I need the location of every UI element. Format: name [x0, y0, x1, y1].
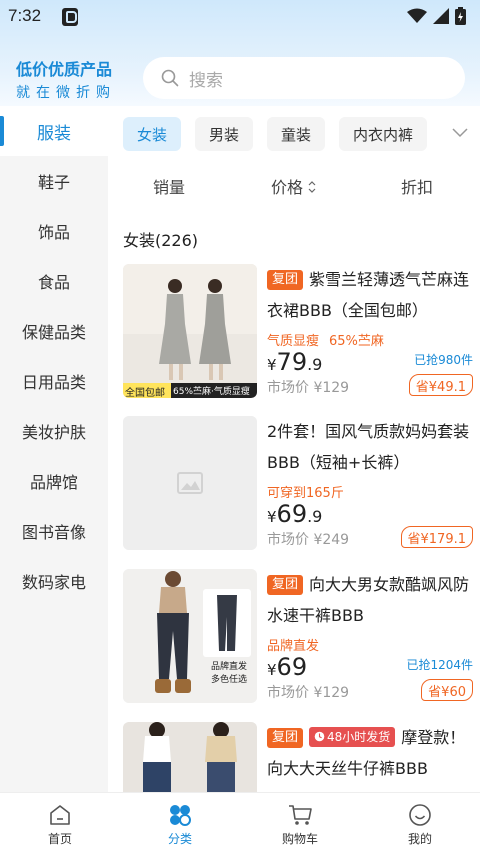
- shipping-48h-tag: 48小时发货: [309, 727, 396, 747]
- thumb-caption-right: 65%苎麻·气质显瘦: [173, 387, 250, 397]
- sidebar-item-accessories[interactable]: 饰品: [0, 206, 108, 256]
- bottom-navigation: 首页 分类 购物车 我的: [0, 792, 480, 854]
- price-integer: 69: [276, 500, 308, 528]
- chip-mens[interactable]: 男装: [195, 117, 254, 151]
- sold-count: 已抢1204件: [406, 658, 473, 672]
- product-info: 复团 48小时发货 摩登款！向大大天丝牛仔裤BBB: [267, 722, 473, 792]
- regroup-tag: 复团: [267, 575, 304, 595]
- market-price: 市场价 ¥129: [267, 685, 350, 701]
- product-info: 复团 紫雪兰轻薄透气芒麻连衣裙BBB（全国包邮） 气质显瘦 65%苎麻 ¥79.9 …: [267, 264, 473, 398]
- chip-kids[interactable]: 童装: [267, 117, 326, 151]
- category-icon: [170, 805, 191, 826]
- brand-logo: 低价优质产品 就在微折购: [16, 56, 128, 102]
- product-price: ¥69.9: [267, 500, 323, 528]
- nav-profile[interactable]: 我的: [360, 793, 480, 854]
- status-time: 7:32: [8, 6, 42, 25]
- product-card[interactable]: 全国包邮 65%苎麻·气质显瘦 复团 紫雪兰轻薄透气芒麻连衣裙BBB（全国包邮） …: [123, 264, 473, 398]
- battery-icon: [455, 7, 466, 25]
- sidebar-item-brands[interactable]: 品牌馆: [0, 456, 108, 506]
- regroup-tag: 复团: [267, 270, 304, 290]
- sidebar-item-books[interactable]: 图书音像: [0, 506, 108, 556]
- nav-cart[interactable]: 购物车: [240, 793, 360, 854]
- product-notes: 可穿到165斤: [267, 482, 354, 501]
- sidebar-item-daily[interactable]: 日用品类: [0, 356, 108, 406]
- product-panel: 女装 男装 童装 内衣内裤 销量 价格 折扣 女装(226) 全国包邮 65%苎…: [108, 106, 480, 792]
- sidebar-item-shoes[interactable]: 鞋子: [0, 156, 108, 206]
- market-price: 市场价 ¥249: [267, 532, 350, 548]
- sidebar-item-electronics[interactable]: 数码家电: [0, 556, 108, 606]
- product-image: 品牌直发 多色任选: [123, 569, 257, 703]
- sort-bar: 销量 价格 折扣: [108, 168, 480, 202]
- product-price: ¥79.9: [267, 348, 323, 376]
- product-card[interactable]: 品牌直发 多色任选 复团 向大大男女款酷飒风防水速干裤BBB 品牌直发 ¥69 已…: [123, 569, 473, 703]
- sidebar-item-food[interactable]: 食品: [0, 256, 108, 306]
- sort-discount[interactable]: 折扣: [401, 174, 433, 198]
- nav-home[interactable]: 首页: [0, 793, 120, 854]
- product-title: 复团 向大大男女款酷飒风防水速干裤BBB: [267, 569, 473, 631]
- subcategory-chips: 女装 男装 童装 内衣内裤: [123, 117, 428, 151]
- nav-category[interactable]: 分类: [120, 793, 240, 854]
- brand-subtitle: 就在微折购: [16, 85, 116, 101]
- product-image-placeholder: [123, 416, 257, 550]
- product-title: 复团 紫雪兰轻薄透气芒麻连衣裙BBB（全国包邮）: [267, 264, 473, 326]
- chevron-down-icon[interactable]: [450, 122, 470, 142]
- thumb-caption-left: 全国包邮: [125, 388, 165, 398]
- search-icon: [161, 69, 179, 87]
- signal-icon: [433, 8, 449, 24]
- product-notes: 气质显瘦 65%苎麻: [267, 330, 394, 349]
- product-note: 65%苎麻: [329, 334, 384, 349]
- sort-arrows-icon: [308, 181, 316, 193]
- nav-cart-label: 购物车: [281, 832, 318, 846]
- product-note: 品牌直发: [267, 639, 320, 654]
- sort-sales[interactable]: 销量: [153, 174, 185, 198]
- product-title: 2件套！国风气质款妈妈套装BBB（短袖+长裤）: [267, 422, 470, 472]
- savings-badge: 省¥49.1: [408, 374, 473, 396]
- brand-title: 低价优质产品: [16, 62, 113, 79]
- search-input[interactable]: 搜索: [143, 57, 465, 99]
- product-card[interactable]: 复团 48小时发货 摩登款！向大大天丝牛仔裤BBB: [123, 722, 473, 792]
- sidebar-item-health[interactable]: 保健品类: [0, 306, 108, 356]
- search-placeholder: 搜索: [189, 70, 223, 91]
- price-integer: 69: [276, 653, 308, 681]
- product-title: 复团 48小时发货 摩登款！向大大天丝牛仔裤BBB: [267, 722, 473, 784]
- thumb-caption: 品牌直发 多色任选: [210, 662, 247, 685]
- product-note: 可穿到165斤: [267, 486, 344, 501]
- sidebar-item-clothing[interactable]: 服装: [0, 106, 108, 156]
- app-notification-icon: [62, 8, 78, 26]
- market-price: 市场价 ¥129: [267, 380, 350, 396]
- shipping-48h-label: 48小时发货: [327, 730, 391, 744]
- regroup-tag: 复团: [267, 728, 304, 748]
- sidebar-item-beauty[interactable]: 美妆护肤: [0, 406, 108, 456]
- savings-badge: 省¥179.1: [400, 526, 473, 548]
- savings-badge: 省¥60: [421, 679, 473, 701]
- section-title: 女装(226): [123, 231, 199, 250]
- price-integer: 79: [276, 348, 308, 376]
- product-image: [123, 722, 257, 792]
- chip-underwear[interactable]: 内衣内裤: [339, 117, 428, 151]
- home-icon: [50, 805, 70, 825]
- product-info: 2件套！国风气质款妈妈套装BBB（短袖+长裤） 可穿到165斤 ¥69.9 市场…: [267, 416, 473, 550]
- sort-price[interactable]: 价格: [271, 174, 316, 198]
- nav-profile-label: 我的: [407, 832, 432, 846]
- sort-price-label: 价格: [271, 178, 304, 197]
- nav-category-label: 分类: [167, 832, 192, 846]
- price-decimal: .9: [307, 355, 323, 374]
- nav-home-label: 首页: [47, 832, 72, 846]
- product-card[interactable]: 2件套！国风气质款妈妈套装BBB（短袖+长裤） 可穿到165斤 ¥69.9 市场…: [123, 416, 473, 550]
- category-sidebar: 服装 鞋子 饰品 食品 保健品类 日用品类 美妆护肤 品牌馆 图书音像 数码家电: [0, 106, 108, 792]
- clock-icon: [314, 731, 325, 742]
- profile-icon: [409, 804, 431, 826]
- chip-womens[interactable]: 女装: [123, 117, 182, 151]
- product-notes: 品牌直发: [267, 635, 329, 654]
- status-bar: 7:32: [0, 0, 480, 34]
- product-note: 气质显瘦: [267, 334, 320, 349]
- cart-icon: [289, 805, 312, 825]
- sold-count: 已抢980件: [414, 353, 473, 367]
- wifi-icon: [407, 8, 427, 23]
- product-info: 复团 向大大男女款酷飒风防水速干裤BBB 品牌直发 ¥69 已抢1204件 市场价…: [267, 569, 473, 703]
- price-decimal: .9: [307, 507, 323, 526]
- image-placeholder-icon: [123, 416, 257, 550]
- product-price: ¥69: [267, 653, 308, 681]
- product-image: 全国包邮 65%苎麻·气质显瘦: [123, 264, 257, 398]
